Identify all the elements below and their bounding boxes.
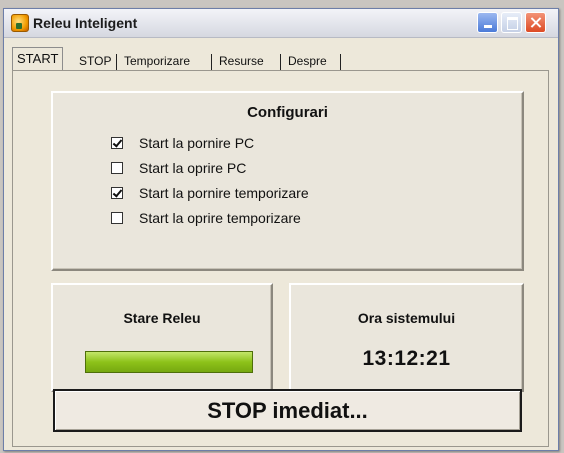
system-time-box: Ora sistemului 13:12:21: [289, 283, 524, 392]
checkbox-start-pc-off[interactable]: [111, 162, 123, 174]
tab-resurse[interactable]: Resurse: [215, 51, 268, 71]
tab-start[interactable]: START: [12, 47, 64, 71]
minimize-button[interactable]: [477, 12, 498, 33]
window-title: Releu Inteligent: [33, 15, 138, 31]
tab-stop[interactable]: STOP: [75, 51, 115, 71]
checkbox-label: Start la oprire temporizare: [139, 210, 301, 226]
checkbox-start-timer-on[interactable]: [111, 187, 123, 199]
tab-temporizare[interactable]: Temporizare: [120, 51, 194, 71]
stop-immediately-button[interactable]: STOP imediat...: [53, 389, 522, 432]
checkbox-label: Start la oprire PC: [139, 160, 247, 176]
config-group: Configurari Start la pornire PC Start la…: [51, 91, 524, 271]
config-title: Configurari: [247, 104, 328, 121]
tab-separator: [211, 54, 212, 70]
relay-app-icon[interactable]: [11, 14, 29, 32]
checkbox-start-pc-on[interactable]: [111, 137, 123, 149]
checkbox-label: Start la pornire temporizare: [139, 185, 309, 201]
close-button[interactable]: [525, 12, 546, 33]
relay-state-title: Stare Releu: [123, 310, 201, 326]
app-window: Releu Inteligent START STOP Temporizare …: [3, 8, 559, 451]
title-bar[interactable]: Releu Inteligent: [4, 9, 558, 38]
tab-despre[interactable]: Despre: [284, 51, 331, 71]
relay-status-indicator: [85, 351, 253, 373]
relay-state-box: Stare Releu: [51, 283, 273, 392]
checkbox-start-timer-off[interactable]: [111, 212, 123, 224]
tab-separator: [116, 54, 117, 70]
tab-separator: [280, 54, 281, 70]
checkbox-label: Start la pornire PC: [139, 135, 255, 151]
tab-separator: [340, 54, 341, 70]
system-time-value: 13:12:21: [362, 347, 451, 370]
maximize-button[interactable]: [501, 12, 522, 33]
start-tab-panel: Configurari Start la pornire PC Start la…: [12, 70, 549, 447]
system-time-title: Ora sistemului: [357, 310, 456, 326]
